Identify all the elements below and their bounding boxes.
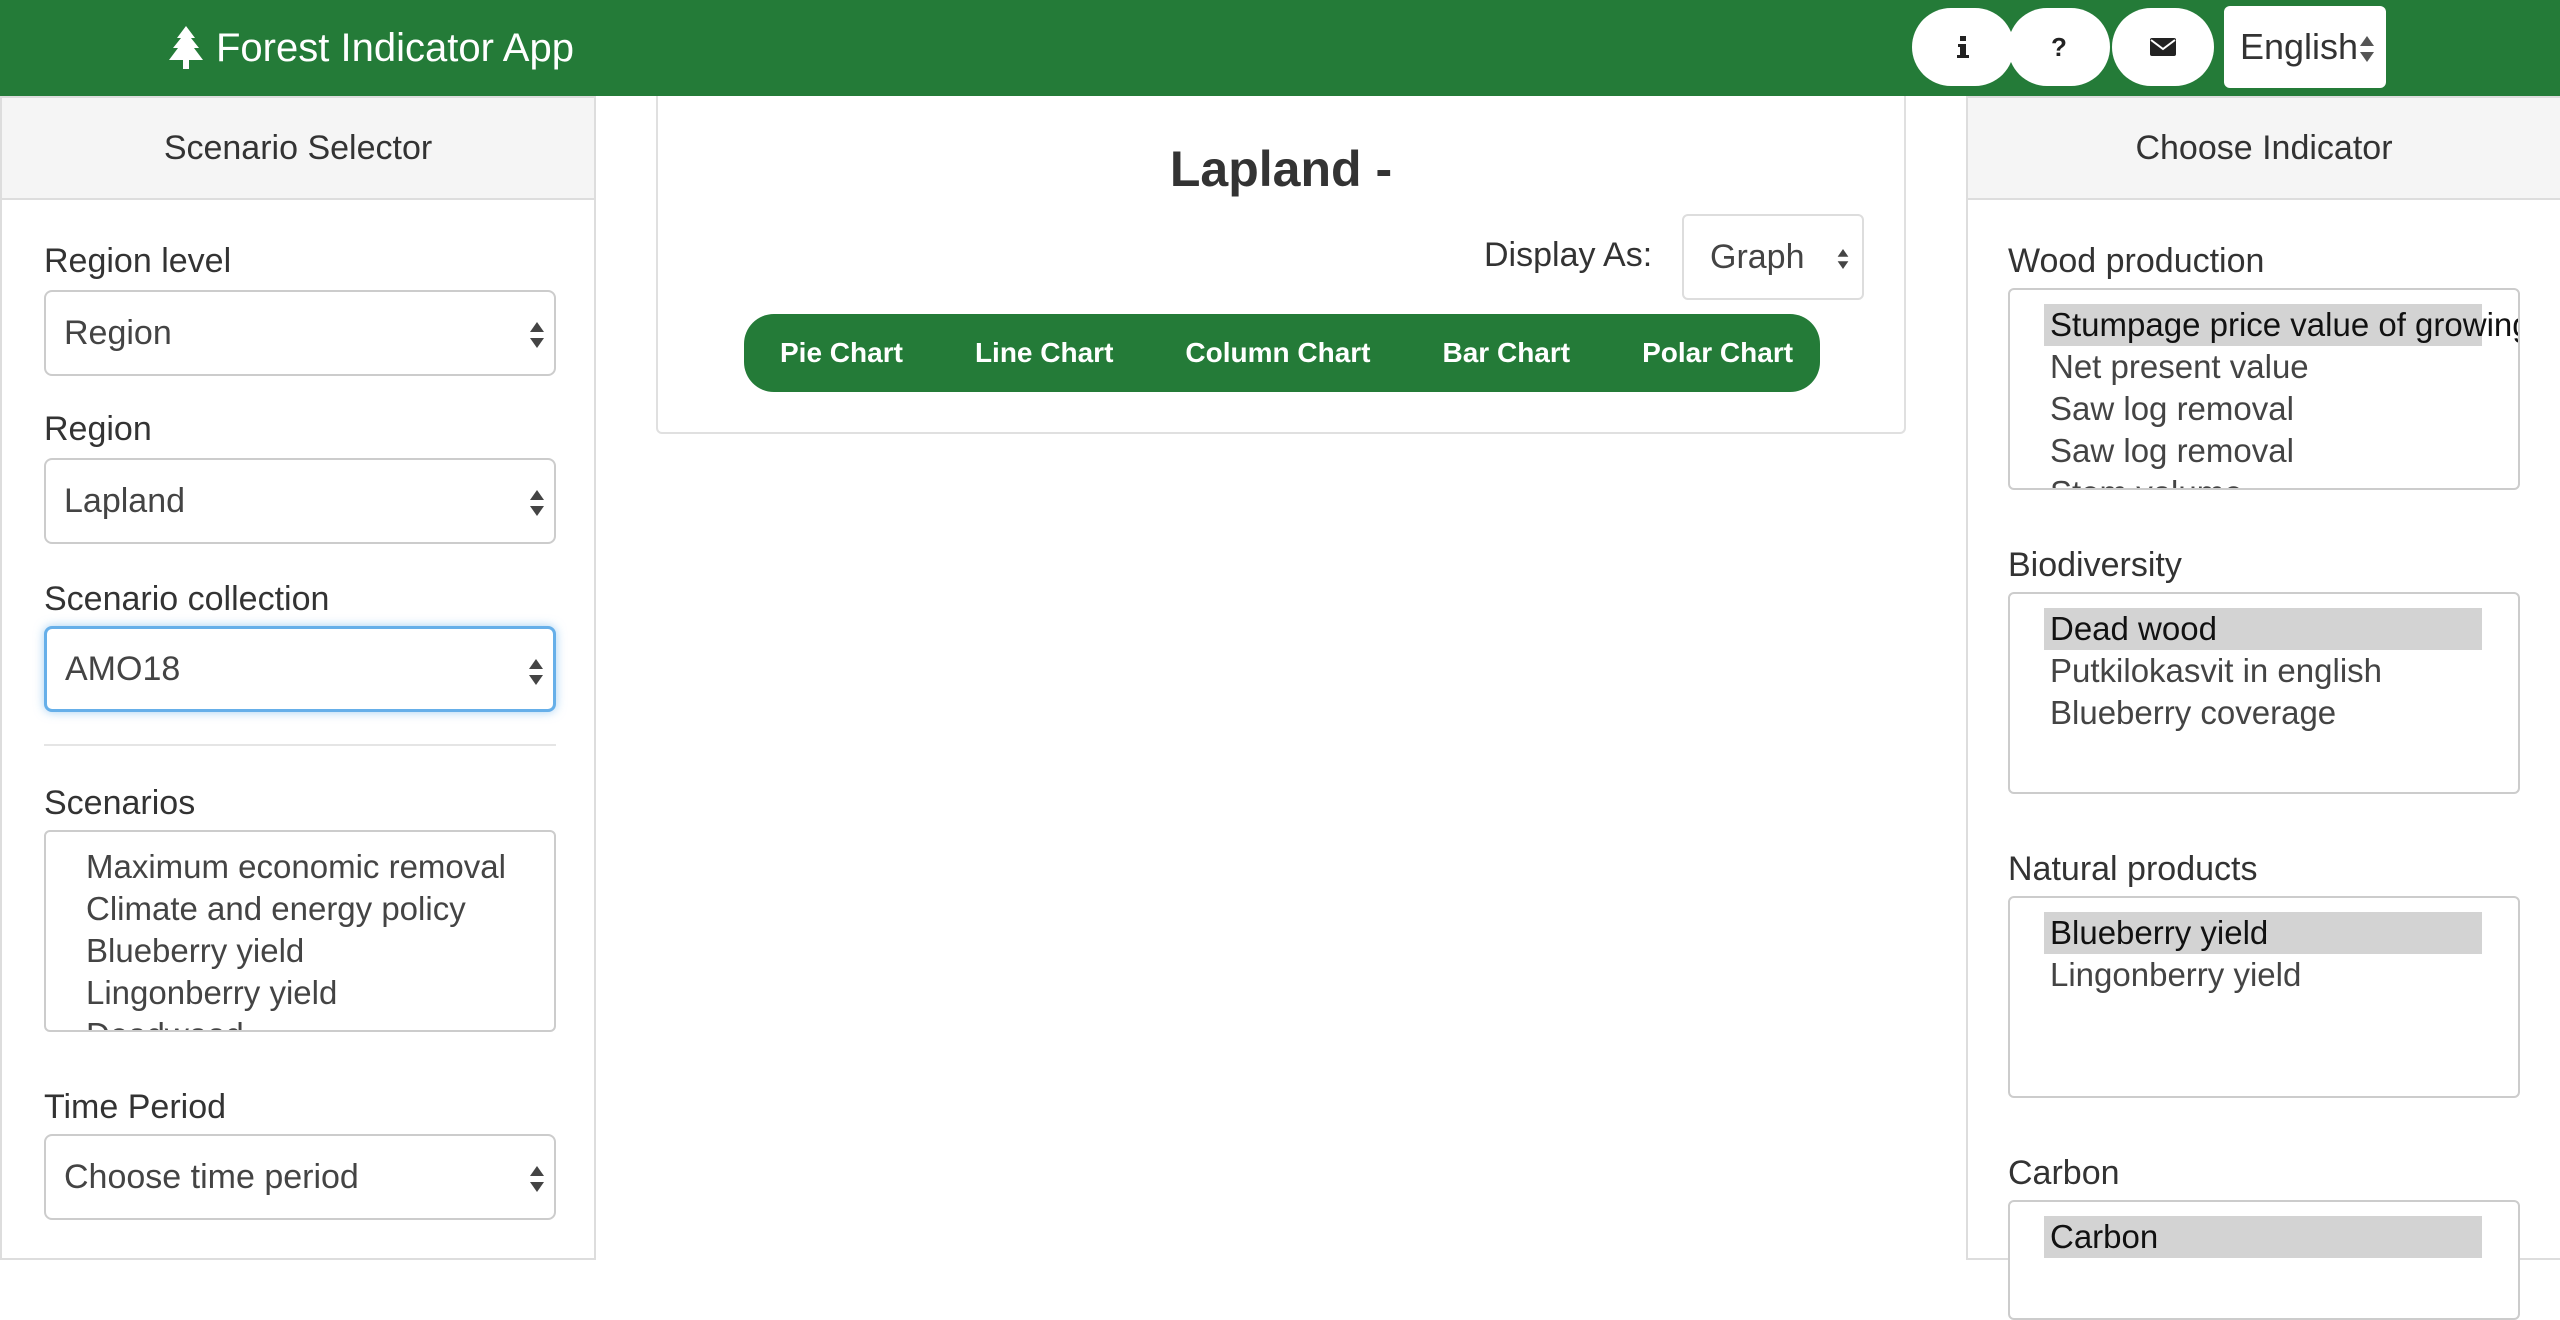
choose-indicator-panel: Choose Indicator Wood production Stumpag…: [1966, 96, 2560, 1320]
chart-type-button-group: Pie Chart Line Chart Column Chart Bar Ch…: [744, 314, 1820, 392]
region-value: Lapland: [64, 481, 186, 520]
indicator-display-card: Lapland - Display As: Graph Pie Chart Li…: [656, 96, 1906, 434]
scenarios-listbox[interactable]: Maximum economic removal Climate and ene…: [44, 830, 556, 1032]
page-title: Lapland -: [1169, 141, 1393, 197]
wood-production-listbox[interactable]: Stumpage price value of growing stock Ne…: [2008, 288, 2520, 490]
column-chart-button[interactable]: Column Chart: [1149, 314, 1406, 392]
time-period-placeholder: Choose time period: [64, 1157, 359, 1196]
scenario-selector-heading: Scenario Selector: [2, 98, 594, 200]
language-value: English: [2240, 26, 2359, 67]
carbon-listbox[interactable]: Carbon: [2008, 1200, 2520, 1320]
display-as-value: Graph: [1710, 237, 1805, 276]
display-as-select[interactable]: Graph: [1682, 214, 1864, 300]
choose-indicator-heading: Choose Indicator: [1968, 98, 2560, 200]
select-arrows-icon: [529, 659, 543, 685]
indicator-option-selected[interactable]: Dead wood: [2044, 608, 2482, 650]
scenario-selector-panel: Scenario Selector Region level Region Re…: [0, 96, 596, 1260]
indicator-option[interactable]: Saw log removal: [2010, 388, 2518, 430]
indicator-option[interactable]: Saw log removal: [2010, 430, 2518, 472]
biodiversity-label: Biodiversity: [2008, 546, 2182, 584]
indicator-option[interactable]: Net present value: [2010, 346, 2518, 388]
top-navbar: Forest Indicator App ? English: [0, 0, 2560, 96]
question-icon: ?: [2051, 32, 2067, 62]
app-title: Forest Indicator App: [216, 25, 574, 70]
language-select[interactable]: English: [2224, 6, 2386, 88]
indicator-option[interactable]: Blueberry coverage: [2010, 692, 2518, 734]
select-arrows-icon: [530, 490, 544, 516]
scenario-option[interactable]: Maximum economic removal: [46, 846, 554, 888]
natural-products-listbox[interactable]: Blueberry yield Lingonberry yield: [2008, 896, 2520, 1098]
contact-button[interactable]: [2112, 8, 2214, 86]
envelope-icon: [2150, 38, 2176, 56]
time-period-label: Time Period: [44, 1088, 227, 1126]
scenario-collection-value: AMO18: [65, 649, 181, 688]
scenario-option[interactable]: Climate and energy policy: [46, 888, 554, 930]
region-select[interactable]: Lapland: [44, 458, 556, 544]
select-arrows-icon: [2360, 36, 2374, 62]
display-as-label: Display As:: [1484, 236, 1653, 274]
wood-production-label: Wood production: [2008, 242, 2265, 280]
region-level-label: Region level: [44, 242, 232, 280]
indicator-option[interactable]: Stem volume: [2010, 472, 2518, 488]
time-period-select[interactable]: Choose time period: [44, 1134, 556, 1220]
biodiversity-listbox[interactable]: Dead wood Putkilokasvit in english Blueb…: [2008, 592, 2520, 794]
scenario-option[interactable]: Deadwood: [46, 1014, 554, 1030]
info-button[interactable]: [1912, 8, 2014, 86]
line-chart-button[interactable]: Line Chart: [939, 314, 1149, 392]
svg-text:?: ?: [2051, 32, 2067, 62]
info-icon: [1957, 36, 1969, 58]
select-arrows-icon: [1837, 249, 1849, 269]
pie-chart-button[interactable]: Pie Chart: [744, 314, 939, 392]
scenario-option[interactable]: Lingonberry yield: [46, 972, 554, 1014]
region-level-select[interactable]: Region: [44, 290, 556, 376]
select-arrows-icon: [530, 322, 544, 348]
divider: [44, 744, 556, 746]
indicator-option-selected[interactable]: Stumpage price value of growing stock: [2044, 304, 2518, 346]
scenario-option[interactable]: Blueberry yield: [46, 930, 554, 972]
carbon-label: Carbon: [2008, 1154, 2120, 1192]
app-brand[interactable]: Forest Indicator App: [168, 22, 574, 74]
region-label: Region: [44, 410, 152, 448]
bar-chart-button[interactable]: Bar Chart: [1407, 314, 1607, 392]
scenario-collection-select[interactable]: AMO18: [44, 626, 556, 712]
natural-products-label: Natural products: [2008, 850, 2258, 888]
indicator-option-selected[interactable]: Blueberry yield: [2044, 912, 2482, 954]
region-level-value: Region: [64, 313, 172, 352]
help-button[interactable]: ?: [2008, 8, 2110, 86]
polar-chart-button[interactable]: Polar Chart: [1606, 314, 1829, 392]
scenarios-label: Scenarios: [44, 784, 196, 822]
indicator-option-selected[interactable]: Carbon: [2044, 1216, 2482, 1258]
select-arrows-icon: [530, 1166, 544, 1192]
scenario-collection-label: Scenario collection: [44, 580, 330, 618]
indicator-option[interactable]: Lingonberry yield: [2010, 954, 2518, 996]
tree-icon: [169, 26, 203, 69]
indicator-option[interactable]: Putkilokasvit in english: [2010, 650, 2518, 692]
